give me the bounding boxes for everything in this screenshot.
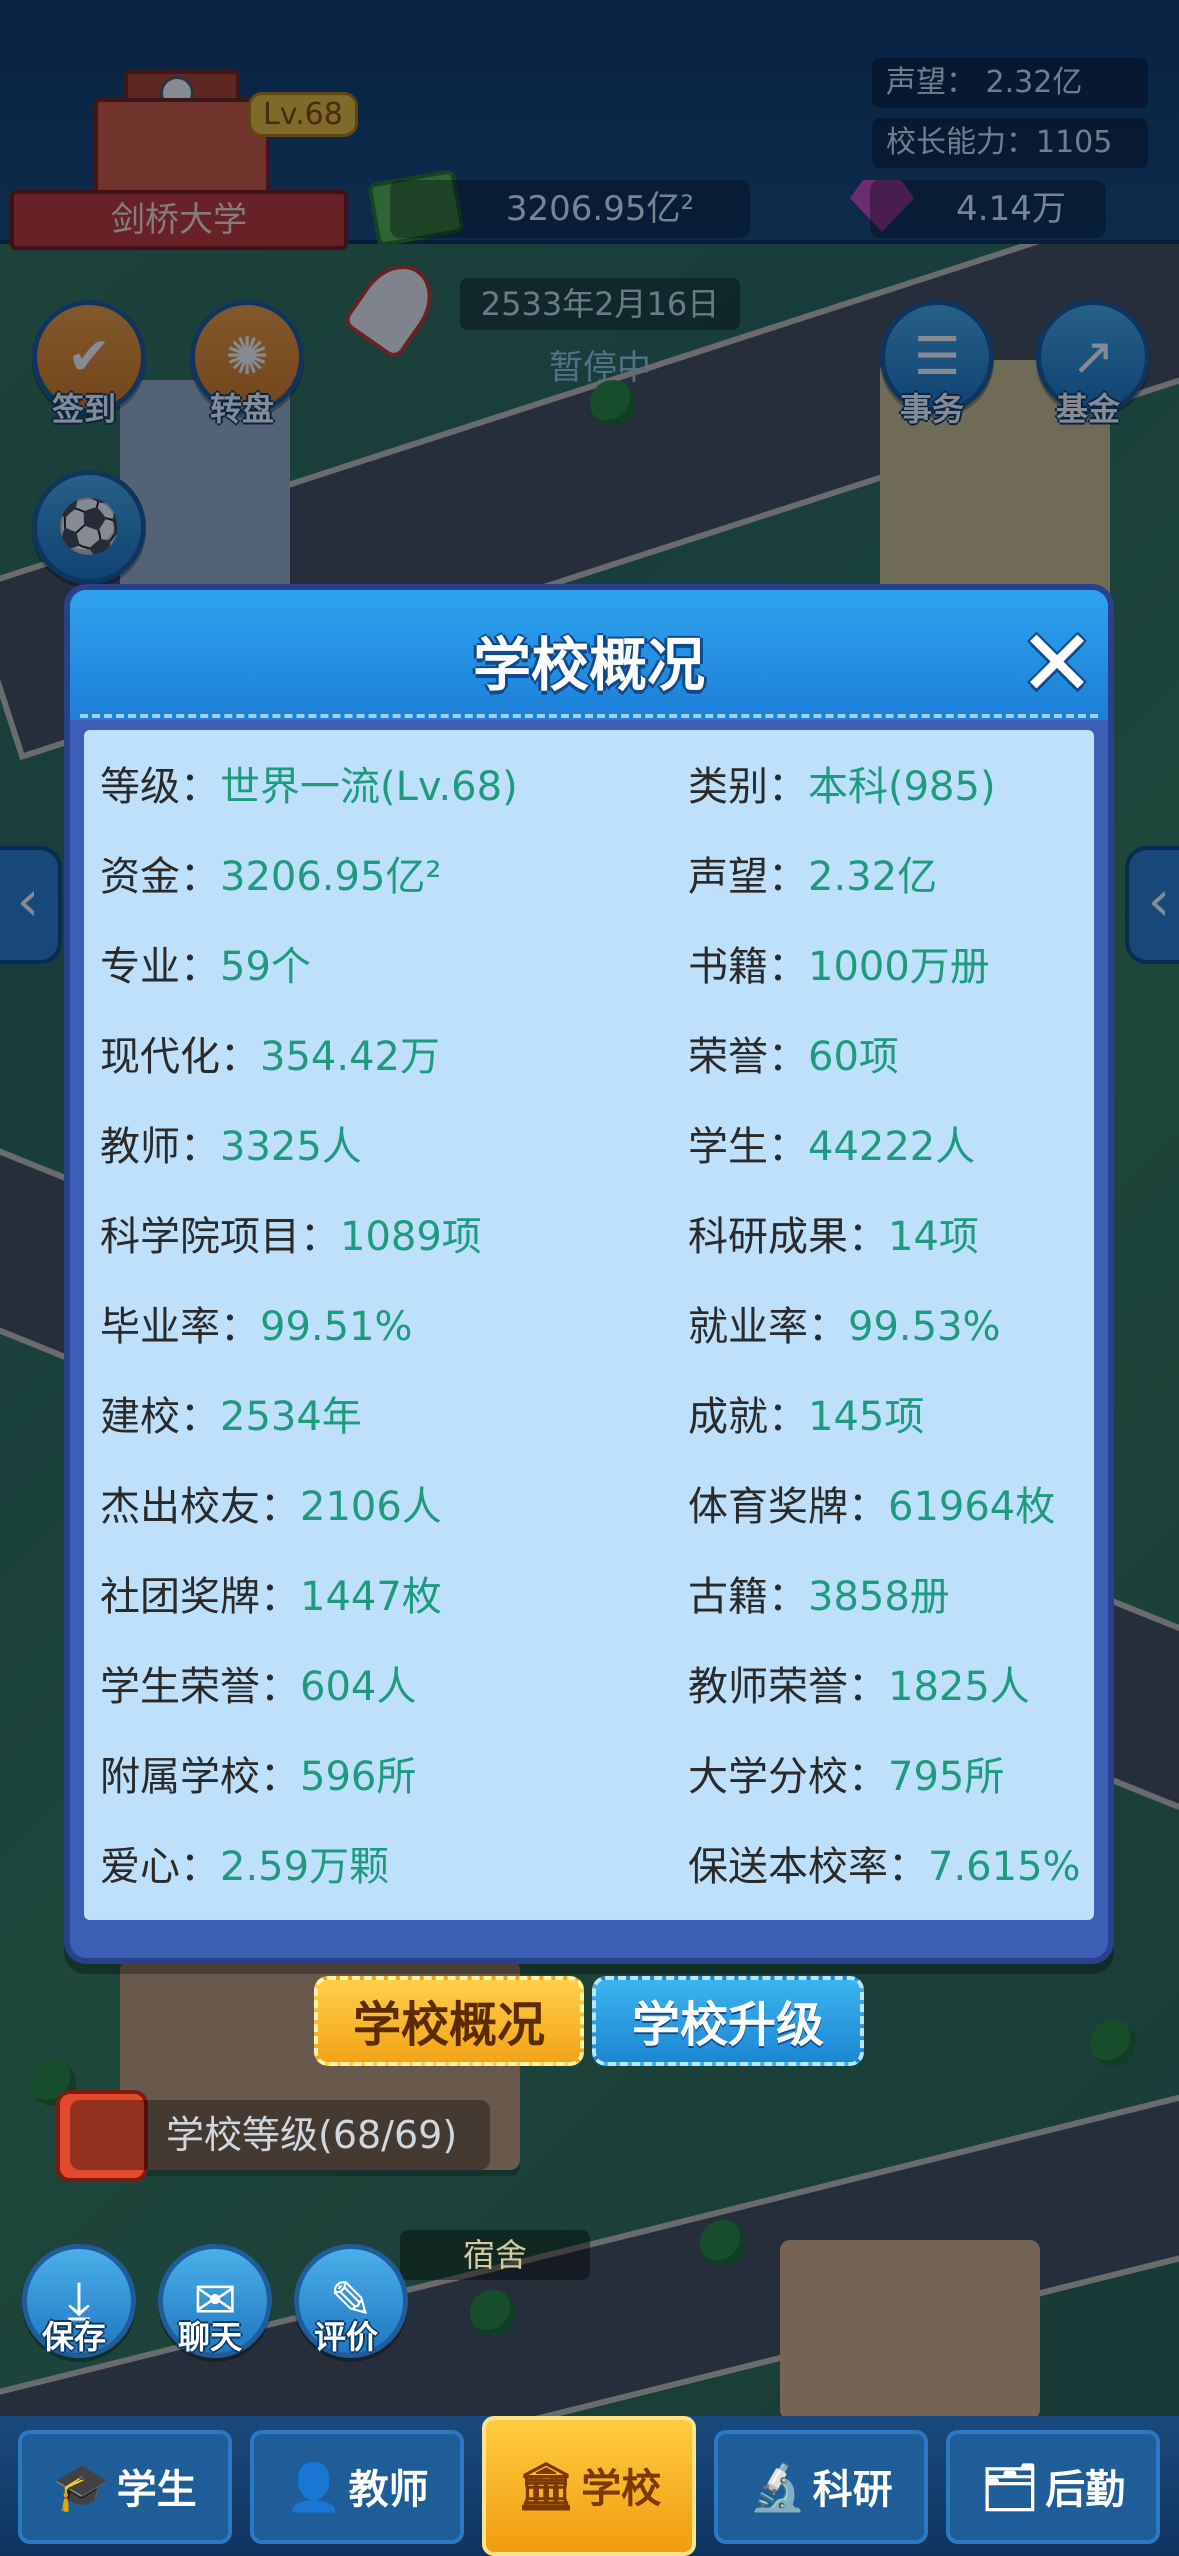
stat-key: 资金： — [100, 854, 220, 900]
nav-label: 学生 — [116, 2467, 197, 2513]
stat-key: 学生： — [688, 1124, 808, 1170]
stat-key: 类别： — [688, 764, 808, 810]
stat-value: 99.53% — [848, 1304, 1001, 1350]
stat-row: 教师：3325人 学生：44222人 — [84, 1102, 1094, 1192]
review-label: 评价 — [313, 2318, 378, 2356]
stat-row: 专业：59个 书籍：1000万册 — [84, 922, 1094, 1012]
bottom-nav: 🎓 学生 👤 教师 🏛 学校 🔬 科研 🗂 后勤 — [0, 2416, 1179, 2556]
stat-row: 建校：2534年 成就：145项 — [84, 1372, 1094, 1462]
stat-value: 44222人 — [808, 1124, 976, 1170]
nav-label: 科研 — [812, 2467, 893, 2513]
stat-value: 1447枚 — [300, 1574, 442, 1620]
school-overview-modal: 学校概况 ✕ 等级：世界一流(Lv.68) 类别：本科(985) 资金：3206… — [64, 584, 1114, 1964]
stat-key: 附属学校： — [100, 1754, 300, 1800]
nav-students[interactable]: 🎓 学生 — [18, 2430, 232, 2544]
stat-value: 本科(985) — [808, 764, 996, 810]
stat-value: 604人 — [300, 1664, 417, 1710]
stat-row: 毕业率：99.51% 就业率：99.53% — [84, 1282, 1094, 1372]
dorm-label[interactable]: 宿舍 — [400, 2230, 590, 2280]
nav-label: 学校 — [581, 2466, 662, 2512]
stat-row: 社团奖牌：1447枚 古籍：3858册 — [84, 1552, 1094, 1642]
stat-row: 科学院项目：1089项 科研成果：14项 — [84, 1192, 1094, 1282]
stat-row: 杰出校友：2106人 体育奖牌：61964枚 — [84, 1462, 1094, 1552]
save-label: 保存 — [41, 2318, 106, 2356]
stat-key: 科学院项目： — [100, 1214, 340, 1260]
stat-value: 2106人 — [300, 1484, 442, 1530]
overview-stats: 等级：世界一流(Lv.68) 类别：本科(985) 资金：3206.95亿² 声… — [84, 730, 1094, 1920]
stat-key: 建校： — [100, 1394, 220, 1440]
stat-value: 1089项 — [340, 1214, 482, 1260]
stat-key: 社团奖牌： — [100, 1574, 300, 1620]
stat-value: 60项 — [808, 1034, 899, 1080]
stat-key: 古籍： — [688, 1574, 808, 1620]
tab-school-overview[interactable]: 学校概况 — [314, 1976, 584, 2066]
stat-value: 7.615% — [928, 1844, 1081, 1890]
stat-key: 成就： — [688, 1394, 808, 1440]
nav-label: 教师 — [348, 2467, 429, 2513]
stat-key: 学生荣誉： — [100, 1664, 300, 1710]
stat-key: 教师荣誉： — [688, 1664, 888, 1710]
stat-row: 爱心：2.59万颗 保送本校率：7.615% — [84, 1822, 1094, 1912]
stat-row: 学生荣誉：604人 教师荣誉：1825人 — [84, 1642, 1094, 1732]
stat-key: 声望： — [688, 854, 808, 900]
chat-label: 聊天 — [177, 2318, 242, 2356]
close-icon[interactable]: ✕ — [1014, 618, 1100, 710]
school-icon: 🏛 — [516, 2459, 576, 2513]
stat-value: 145项 — [808, 1394, 925, 1440]
stat-key: 现代化： — [100, 1034, 260, 1080]
nav-school[interactable]: 🏛 学校 — [482, 2416, 696, 2556]
nav-teachers[interactable]: 👤 教师 — [250, 2430, 464, 2544]
stat-value: 世界一流(Lv.68) — [220, 764, 518, 810]
stat-row: 现代化：354.42万 荣誉：60项 — [84, 1012, 1094, 1102]
stat-value: 596所 — [300, 1754, 417, 1800]
tab-school-upgrade[interactable]: 学校升级 — [592, 1976, 864, 2066]
stat-value: 1825人 — [888, 1664, 1030, 1710]
nav-label: 后勤 — [1045, 2467, 1126, 2513]
school-level-progress[interactable]: 学校等级(68/69) — [70, 2100, 490, 2170]
stat-key: 荣誉： — [688, 1034, 808, 1080]
stat-value: 59个 — [220, 944, 311, 990]
stat-value: 3325人 — [220, 1124, 362, 1170]
nav-logistics[interactable]: 🗂 后勤 — [946, 2430, 1160, 2544]
stat-key: 爱心： — [100, 1844, 220, 1890]
stat-value: 2534年 — [220, 1394, 362, 1440]
stat-value: 14项 — [888, 1214, 979, 1260]
stat-value: 99.51% — [260, 1304, 413, 1350]
stat-row: 资金：3206.95亿² 声望：2.32亿 — [84, 832, 1094, 922]
nav-research[interactable]: 🔬 科研 — [714, 2430, 928, 2544]
stat-row: 附属学校：596所 大学分校：795所 — [84, 1732, 1094, 1822]
stat-key: 保送本校率： — [688, 1844, 928, 1890]
stat-key: 杰出校友： — [100, 1484, 300, 1530]
stat-key: 专业： — [100, 944, 220, 990]
stat-value: 2.59万颗 — [220, 1844, 390, 1890]
logistics-icon: 🗂 — [980, 2460, 1040, 2514]
stat-key: 体育奖牌： — [688, 1484, 888, 1530]
stat-row: 等级：世界一流(Lv.68) 类别：本科(985) — [84, 742, 1094, 832]
stat-value: 354.42万 — [260, 1034, 440, 1080]
student-icon: 🎓 — [53, 2460, 111, 2514]
stat-key: 就业率： — [688, 1304, 848, 1350]
stat-key: 毕业率： — [100, 1304, 260, 1350]
stat-value: 795所 — [888, 1754, 1005, 1800]
stat-value: 3858册 — [808, 1574, 950, 1620]
stat-key: 教师： — [100, 1124, 220, 1170]
stat-value: 1000万册 — [808, 944, 990, 990]
stat-value: 3206.95亿² — [220, 854, 442, 900]
stat-value: 61964枚 — [888, 1484, 1056, 1530]
stat-key: 书籍： — [688, 944, 808, 990]
stat-key: 等级： — [100, 764, 220, 810]
header-divider — [80, 714, 1098, 718]
stat-key: 科研成果： — [688, 1214, 888, 1260]
modal-header: 学校概况 ✕ — [70, 590, 1108, 720]
research-icon: 🔬 — [749, 2460, 807, 2514]
stat-value: 2.32亿 — [808, 854, 938, 900]
modal-title: 学校概况 — [472, 631, 705, 699]
teacher-icon: 👤 — [285, 2460, 343, 2514]
stat-key: 大学分校： — [688, 1754, 888, 1800]
